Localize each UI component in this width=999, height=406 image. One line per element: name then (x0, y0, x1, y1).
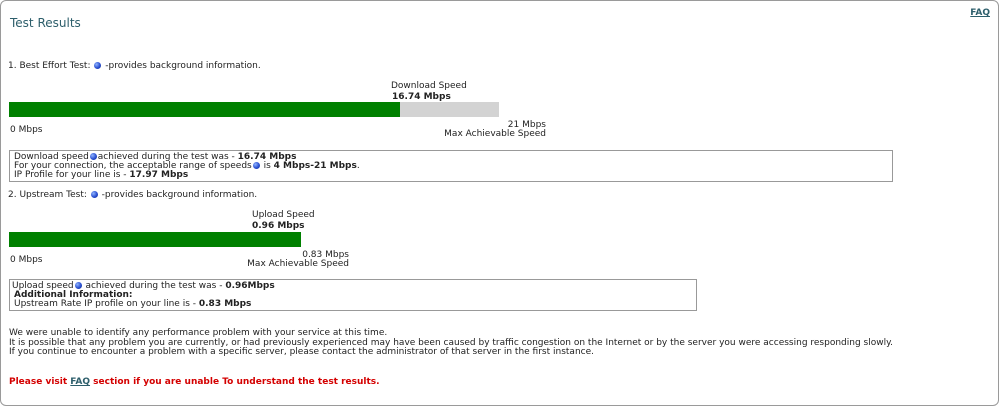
download-speed-bar (9, 102, 499, 117)
upload-speed-bar-fill (9, 232, 301, 247)
upstream-heading: 2. Upstream Test: (8, 190, 87, 200)
download-speed-value: 16.74 Mbps (392, 92, 451, 102)
faq-notice-suffix: section if you are unable To understand … (90, 377, 380, 387)
upstream-heading-row: 2. Upstream Test: -provides background i… (8, 190, 257, 200)
ip-profile-prefix: IP Profile for your line is - (14, 170, 130, 180)
info-icon[interactable] (74, 282, 82, 289)
best-effort-heading: 1. Best Effort Test: (8, 61, 91, 71)
upload-speed-value: 0.96 Mbps (252, 221, 305, 231)
upstream-profile-value: 0.83 Mbps (198, 299, 252, 309)
download-speed-bar-fill (9, 102, 400, 117)
upload-speed-label: Upload Speed (252, 210, 315, 220)
upload-min-label: 0 Mbps (10, 255, 43, 265)
upload-details-box: Upload speed achieved during the test wa… (9, 279, 697, 311)
info-icon[interactable] (252, 162, 260, 169)
summary-line-3: If you continue to encounter a problem w… (9, 347, 594, 357)
upstream-profile-prefix: Upstream Rate IP profile on your line is… (14, 299, 199, 309)
info-icon[interactable] (90, 191, 98, 198)
acceptable-range-middle: is (260, 161, 274, 171)
upload-details-line-3: Upstream Rate IP profile on your line is… (14, 299, 251, 309)
download-details-line-3: IP Profile for your line is - 17.97 Mbps (14, 170, 188, 180)
upload-speed-bar (9, 232, 301, 247)
faq-link-bottom[interactable]: FAQ (70, 377, 90, 387)
upload-achieved-value: 0.96Mbps (225, 281, 275, 291)
download-speed-label: Download Speed (391, 81, 467, 91)
info-icon[interactable] (94, 62, 102, 69)
download-details-box: Download speed achieved during the test w… (9, 150, 893, 182)
acceptable-range-value: 4 Mbps-21 Mbps (273, 161, 357, 171)
download-min-label: 0 Mbps (10, 125, 43, 135)
ip-profile-value: 17.97 Mbps (129, 170, 189, 180)
acceptable-range-suffix: . (356, 161, 360, 171)
info-icon[interactable] (89, 153, 97, 160)
download-max-label: Max Achievable Speed (444, 129, 546, 139)
best-effort-heading-row: 1. Best Effort Test: -provides backgroun… (8, 61, 261, 71)
faq-notice: Please visit FAQ section if you are unab… (9, 377, 380, 387)
faq-notice-prefix: Please visit (9, 377, 71, 387)
results-panel: Test Results FAQ 1. Best Effort Test: -p… (0, 0, 999, 406)
upstream-info-text: -provides background information. (101, 190, 258, 200)
upload-max-label: Max Achievable Speed (247, 259, 349, 269)
best-effort-info-text: -provides background information. (105, 61, 261, 71)
summary-line-1: We were unable to identify any performan… (9, 328, 388, 338)
page-title: Test Results (10, 16, 81, 30)
faq-link-top[interactable]: FAQ (970, 8, 990, 18)
